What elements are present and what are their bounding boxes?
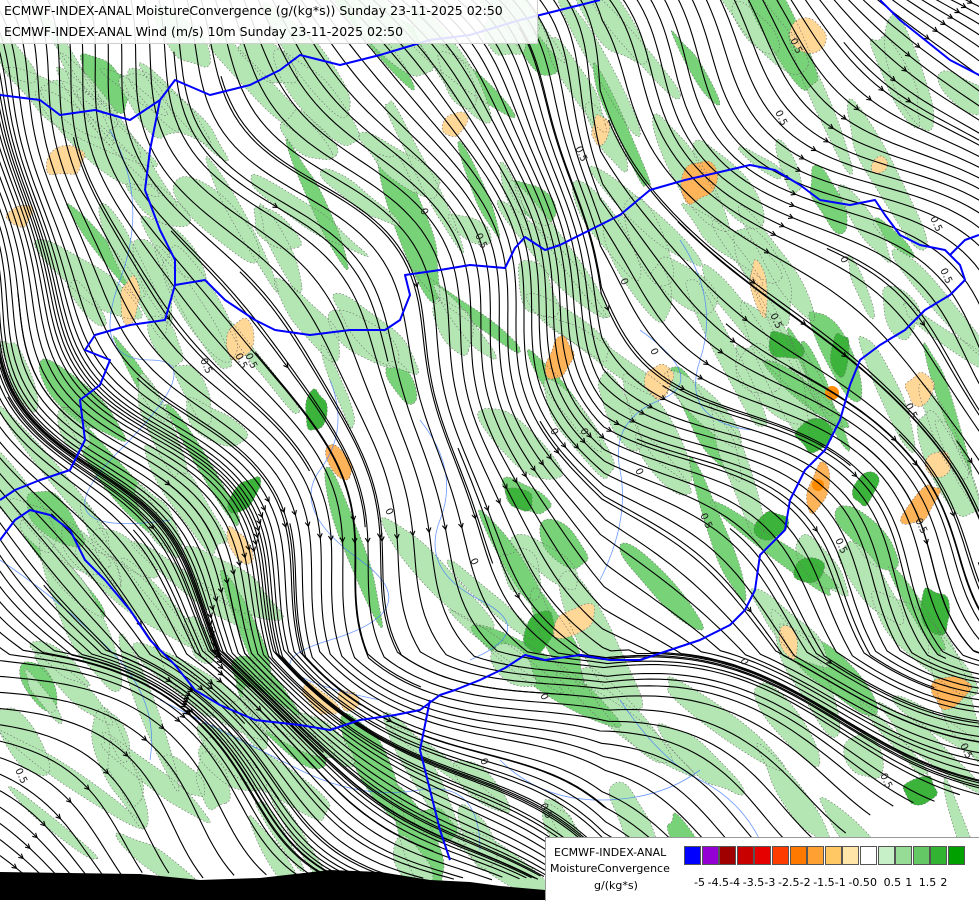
convergence-patch <box>812 479 824 491</box>
legend-swatch <box>702 846 719 865</box>
legend-tick: -2 <box>800 876 811 889</box>
legend-tick: -3.5 <box>743 876 764 889</box>
legend-tick: 0 <box>870 876 877 889</box>
legend-tick: 2 <box>940 876 947 889</box>
legend: ECMWF-INDEX-ANAL MoistureConvergence g/(… <box>545 837 979 901</box>
legend-swatch <box>913 846 930 865</box>
legend-tick: -4 <box>729 876 740 889</box>
legend-units: g/(kg*s) <box>594 879 638 892</box>
legend-swatch <box>754 846 771 865</box>
legend-tick: 1.5 <box>919 876 937 889</box>
title-box: ECMWF-INDEX-ANAL MoistureConvergence (g/… <box>0 0 538 44</box>
legend-swatch <box>737 846 754 865</box>
title-wind: ECMWF-INDEX-ANAL Wind (m/s) 10m Sunday 2… <box>4 24 403 39</box>
legend-swatch <box>807 846 824 865</box>
legend-source: ECMWF-INDEX-ANAL <box>554 846 666 859</box>
legend-tick: -1.5 <box>813 876 834 889</box>
legend-swatch <box>948 846 965 865</box>
legend-tick: -5 <box>694 876 705 889</box>
legend-tick: 0.5 <box>884 876 902 889</box>
legend-swatch <box>825 846 842 865</box>
weather-map: 0.50.50.5000.50.500.500.500.500.50.500.5… <box>0 0 979 900</box>
title-moisture-convergence: ECMWF-INDEX-ANAL MoistureConvergence (g/… <box>4 3 503 18</box>
legend-swatch <box>790 846 807 865</box>
legend-swatch <box>895 846 912 865</box>
legend-swatch <box>878 846 895 865</box>
legend-swatch <box>860 846 877 865</box>
legend-tick: 1 <box>905 876 912 889</box>
legend-tick: -2.5 <box>778 876 799 889</box>
legend-tick: -1 <box>835 876 846 889</box>
legend-tick: -4.5 <box>708 876 729 889</box>
legend-tick: -0.5 <box>848 876 869 889</box>
legend-variable: MoistureConvergence <box>550 862 670 875</box>
legend-swatch <box>684 846 701 865</box>
legend-swatch <box>842 846 859 865</box>
legend-tick: -3 <box>764 876 775 889</box>
legend-swatch <box>719 846 736 865</box>
legend-swatch <box>930 846 947 865</box>
legend-swatch <box>772 846 789 865</box>
